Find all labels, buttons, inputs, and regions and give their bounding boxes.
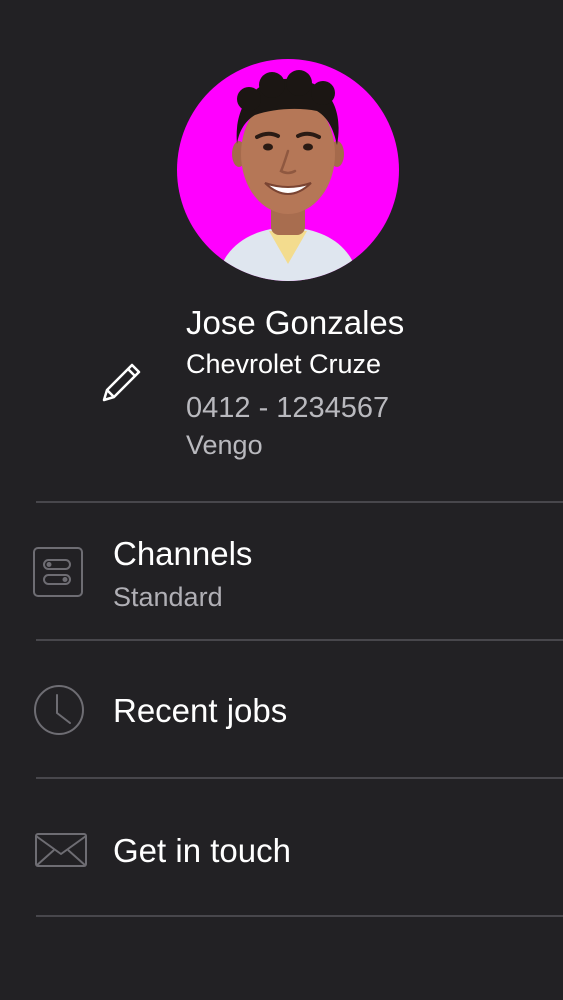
pencil-icon: [102, 363, 141, 402]
vehicle-name: Chevrolet Cruze: [186, 349, 382, 379]
menu-item-channels[interactable]: Channels Standard: [0, 503, 563, 639]
divider: [36, 915, 563, 917]
phone-number: 0412 - 1234567: [186, 392, 390, 424]
user-name: Jose Gonzales: [186, 304, 405, 341]
profile-info: Jose Gonzales Chevrolet Cruze 0412 - 123…: [186, 302, 404, 462]
menu-item-recent-jobs[interactable]: Recent jobs: [0, 641, 563, 777]
toggles-icon: [33, 547, 83, 597]
menu-item-get-in-touch[interactable]: Get in touch: [0, 779, 563, 915]
avatar-image: [177, 59, 399, 281]
envelope-icon: [35, 833, 87, 867]
company-name: Vengo: [186, 430, 263, 460]
recent-jobs-label: Recent jobs: [113, 692, 288, 729]
avatar: [177, 59, 399, 281]
clock-icon: [34, 685, 84, 735]
channels-sub: Standard: [113, 582, 223, 612]
get-in-touch-label: Get in touch: [113, 832, 291, 869]
edit-profile-button[interactable]: [98, 358, 146, 406]
channels-label: Channels: [113, 535, 253, 572]
